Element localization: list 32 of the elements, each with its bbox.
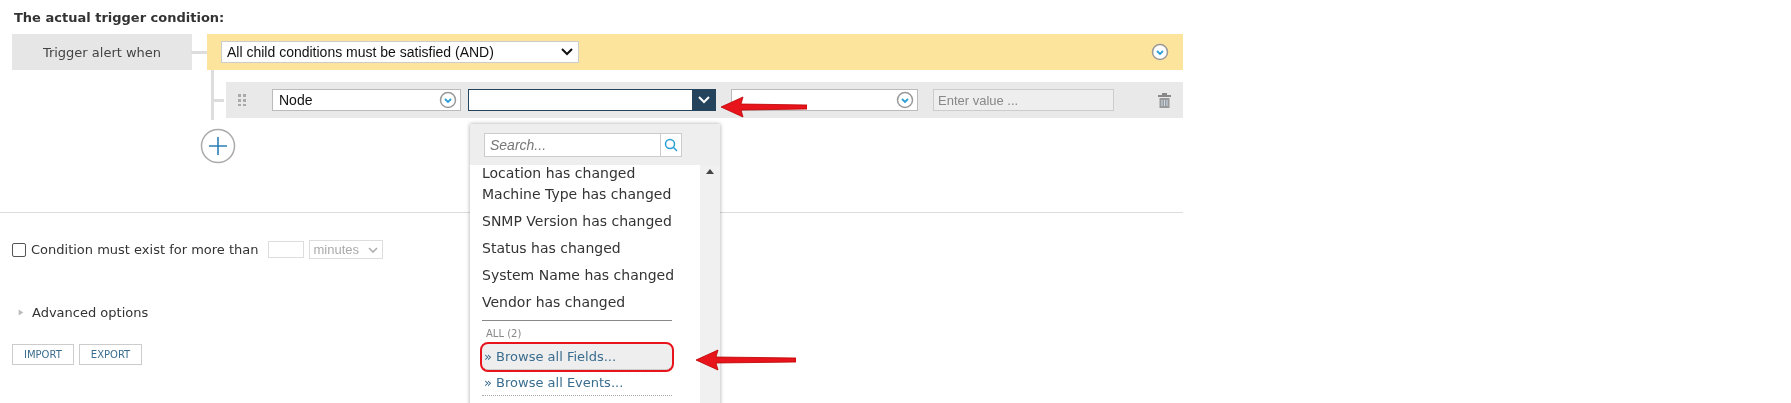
- dropdown-icon[interactable]: [439, 91, 457, 109]
- dropdown-item[interactable]: Machine Type has changed: [482, 181, 672, 208]
- dropdown-item[interactable]: System Name has changed: [482, 262, 672, 289]
- expand-icon[interactable]: [18, 308, 24, 317]
- action-button[interactable]: EXPORT: [78, 344, 143, 365]
- browse-link[interactable]: » Browse all Fields...: [482, 344, 672, 370]
- duration-field[interactable]: [267, 241, 304, 258]
- dropdown-item[interactable]: SNMP Version has changed: [482, 208, 672, 235]
- trigger-label: Trigger alert when: [12, 34, 192, 70]
- mode-select[interactable]: All child conditions must be satisfied (AND): [221, 41, 579, 63]
- browse-link[interactable]: » Browse all Events...: [482, 370, 672, 396]
- checkbox[interactable]: [12, 242, 26, 257]
- group-label: ALL (2): [486, 328, 523, 339]
- value-field[interactable]: Enter value ...: [933, 89, 1114, 111]
- chevron-down-icon[interactable]: [561, 48, 573, 56]
- dropdown-item[interactable]: Location has changed: [482, 165, 672, 181]
- advanced-options-toggle[interactable]: Advanced options: [32, 305, 149, 320]
- section-heading: The actual trigger condition:: [14, 10, 226, 25]
- object-select[interactable]: Node: [272, 89, 461, 111]
- field-select[interactable]: [468, 89, 716, 111]
- scroll-up-icon[interactable]: [706, 169, 714, 174]
- dropdown-item[interactable]: Vendor has changed: [482, 289, 672, 316]
- collapse-icon[interactable]: [1151, 43, 1169, 61]
- checkbox-label: Condition must exist for more than: [31, 242, 259, 257]
- dropdown-item[interactable]: Status has changed: [482, 235, 672, 262]
- search-field[interactable]: Search...: [484, 133, 682, 157]
- trash-icon[interactable]: [1158, 92, 1171, 108]
- drag-handle-icon[interactable]: [238, 94, 246, 106]
- add-condition-icon[interactable]: [200, 128, 236, 164]
- dropdown-icon[interactable]: [896, 91, 914, 109]
- action-button[interactable]: IMPORT: [12, 344, 74, 365]
- search-icon[interactable]: [664, 138, 678, 152]
